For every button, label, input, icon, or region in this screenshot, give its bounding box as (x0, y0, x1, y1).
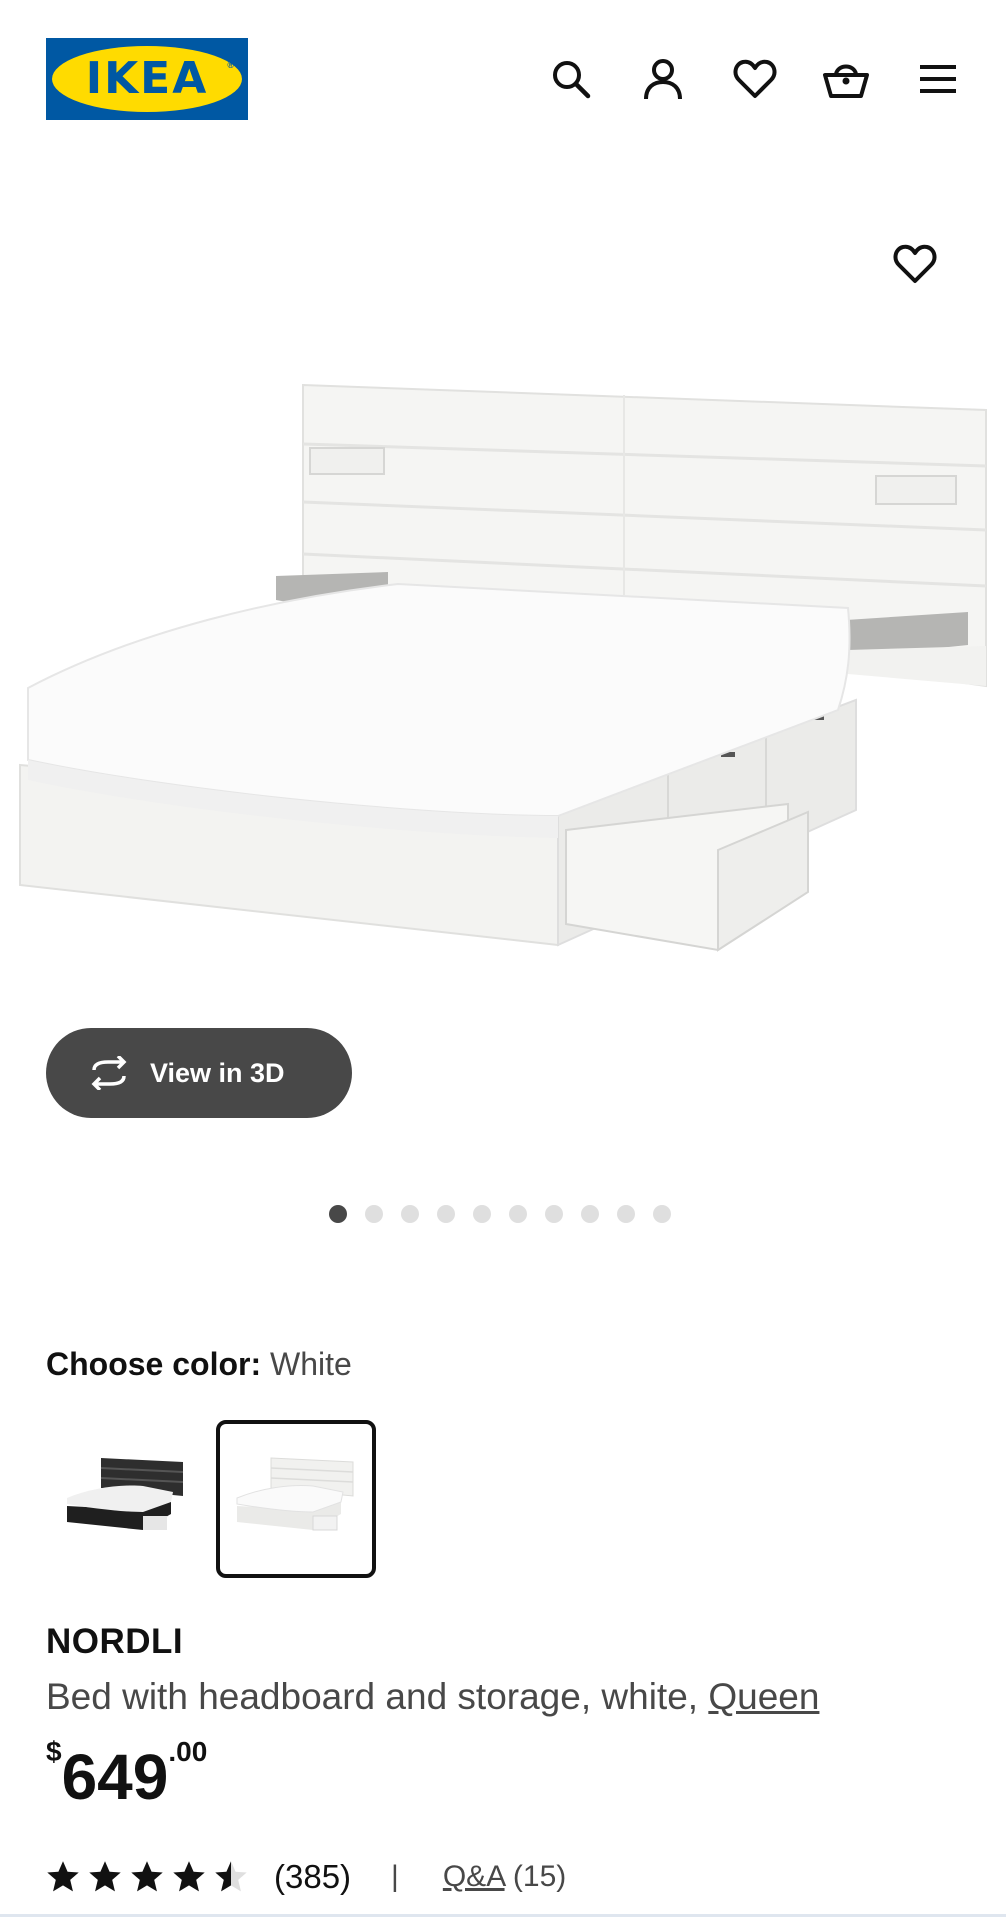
logo-text: IKEA (85, 53, 209, 104)
bed-thumbnail-black-brown (67, 1458, 184, 1530)
rating-stars[interactable] (46, 1860, 248, 1894)
carousel-dot[interactable] (401, 1205, 419, 1223)
choose-color-label: Choose color: (46, 1346, 262, 1382)
rating-separator: | (391, 1860, 399, 1893)
color-swatch-black-brown[interactable] (46, 1420, 206, 1578)
ikea-logo[interactable]: IKEA ® (46, 38, 248, 120)
carousel-dot[interactable] (329, 1205, 347, 1223)
carousel-dot[interactable] (617, 1205, 635, 1223)
qa-count: (15) (512, 1860, 567, 1893)
carousel-dot[interactable] (653, 1205, 671, 1223)
price-decimal: .00 (168, 1736, 208, 1767)
carousel-dot[interactable] (365, 1205, 383, 1223)
image-carousel-dots (329, 1205, 671, 1223)
carousel-dot[interactable] (581, 1205, 599, 1223)
search-icon[interactable] (544, 52, 598, 106)
star-icon (173, 1861, 205, 1892)
color-swatch-white[interactable] (216, 1420, 376, 1578)
star-icon (47, 1861, 79, 1892)
bottom-divider (0, 1914, 1006, 1917)
price-currency: $ (46, 1736, 62, 1767)
save-favorite-button[interactable] (886, 235, 944, 293)
view-in-3d-button[interactable]: View in 3D (46, 1028, 352, 1118)
carousel-dot[interactable] (473, 1205, 491, 1223)
star-icon (89, 1861, 121, 1892)
product-description: Bed with headboard and storage, white, Q… (46, 1676, 819, 1718)
basket-icon[interactable] (819, 52, 873, 106)
bed-thumbnail-white (236, 1457, 354, 1531)
rating-row: (385) | Q&A (15) (46, 1852, 566, 1902)
user-icon[interactable] (636, 52, 690, 106)
size-link[interactable]: Queen (708, 1676, 819, 1717)
rotate-3d-icon (91, 1056, 127, 1090)
carousel-dot[interactable] (437, 1205, 455, 1223)
menu-icon[interactable] (911, 52, 965, 106)
qa-link[interactable]: Q&A (443, 1860, 505, 1893)
product-price: $649.00 (46, 1736, 207, 1814)
logo-registered-mark: ® (227, 60, 234, 70)
star-icon (215, 1861, 247, 1892)
carousel-dot[interactable] (545, 1205, 563, 1223)
choose-color-value: White (270, 1346, 352, 1382)
heart-icon (893, 244, 937, 283)
review-count[interactable]: (385) (274, 1858, 351, 1896)
product-image[interactable] (18, 380, 988, 960)
heart-icon[interactable] (728, 52, 782, 106)
choose-color-heading: Choose color: White (46, 1346, 352, 1383)
star-icon (131, 1861, 163, 1892)
product-name: NORDLI (46, 1622, 184, 1661)
view-in-3d-label: View in 3D (150, 1057, 285, 1088)
price-integer: 649 (61, 1741, 169, 1813)
site-header: IKEA ® (0, 0, 1006, 160)
product-description-text: Bed with headboard and storage, white, (46, 1676, 699, 1717)
qa-section[interactable]: Q&A (15) (443, 1860, 566, 1894)
carousel-dot[interactable] (509, 1205, 527, 1223)
